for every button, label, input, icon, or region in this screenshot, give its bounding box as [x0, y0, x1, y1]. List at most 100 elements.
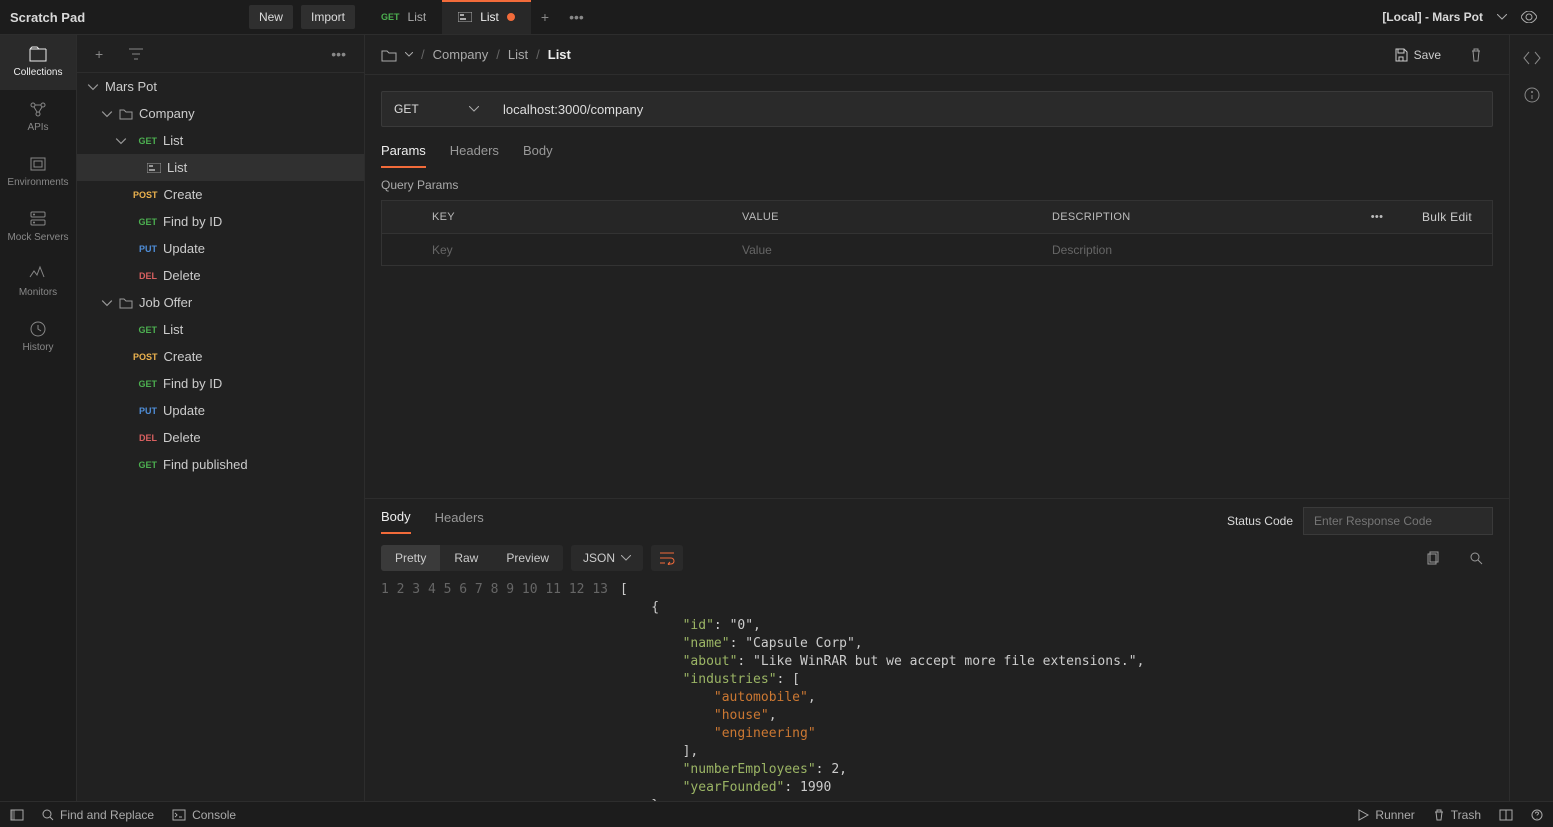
request-row[interactable]: GETFind by ID [77, 208, 364, 235]
http-method-badge: GET [381, 12, 400, 22]
response-panel: Body Headers Status Code Pretty Raw Prev… [365, 498, 1509, 801]
crumb-company[interactable]: Company [433, 47, 489, 62]
chevron-down-icon[interactable] [1497, 14, 1507, 20]
wrap-lines-button[interactable] [651, 545, 683, 571]
query-params-label: Query Params [365, 168, 1509, 200]
new-button[interactable]: New [249, 5, 293, 29]
request-row[interactable]: DELDelete [77, 262, 364, 289]
request-name: Find by ID [163, 376, 222, 391]
request-name: Create [164, 187, 203, 202]
status-code-label: Status Code [1227, 514, 1293, 528]
request-name: Find by ID [163, 214, 222, 229]
example-row[interactable]: List [77, 154, 364, 181]
rail-label: Collections [0, 67, 76, 78]
request-row[interactable]: PUTUpdate [77, 397, 364, 424]
status-code-section: Status Code [1227, 507, 1493, 535]
http-method-badge: GET [133, 460, 157, 470]
request-tabs: Params Headers Body [365, 143, 1509, 168]
columns-menu-button[interactable]: ••• [1371, 211, 1383, 223]
response-headers-tab[interactable]: Headers [435, 510, 484, 533]
response-body-tab[interactable]: Body [381, 509, 411, 534]
response-body[interactable]: 1 2 3 4 5 6 7 8 9 10 11 12 13 [ { "id": … [365, 581, 1509, 801]
request-row[interactable]: POSTCreate [77, 343, 364, 370]
raw-mode-button[interactable]: Raw [440, 545, 492, 571]
http-method-badge: DEL [133, 433, 157, 443]
search-response-button[interactable] [1459, 551, 1493, 565]
collections-tree: Mars PotCompanyGETListListPOSTCreateGETF… [77, 73, 364, 801]
http-method-badge: GET [133, 136, 157, 146]
rail-label: Environments [0, 177, 76, 188]
runner-button[interactable]: Runner [1357, 808, 1414, 822]
hide-sidebar-button[interactable] [10, 809, 24, 821]
request-name: List [163, 133, 183, 148]
rail-collections[interactable]: Collections [0, 35, 76, 90]
rail-history[interactable]: History [0, 310, 76, 365]
http-method-badge: POST [133, 190, 158, 200]
request-row[interactable]: GET Find published [77, 451, 364, 478]
collection-row[interactable]: Mars Pot [77, 73, 364, 100]
workspace-title: Scratch Pad [10, 10, 241, 25]
http-method-badge: POST [133, 352, 158, 362]
param-value-input[interactable] [732, 234, 1042, 265]
rail-apis[interactable]: APIs [0, 90, 76, 145]
environment-selector[interactable]: [Local] - Mars Pot [1382, 10, 1483, 24]
params-tab[interactable]: Params [381, 143, 426, 168]
request-row[interactable]: GETList [77, 316, 364, 343]
rail-monitors[interactable]: Monitors [0, 255, 76, 310]
right-rail [1509, 35, 1553, 801]
crumb-current: List [548, 47, 571, 62]
method-label: GET [394, 102, 419, 116]
chevron-down-icon[interactable] [405, 52, 413, 57]
rail-label: Monitors [0, 287, 76, 298]
folder-row[interactable]: Job Offer [77, 289, 364, 316]
add-collection-button[interactable]: + [85, 46, 113, 62]
console-button[interactable]: Console [172, 808, 236, 822]
param-row [382, 233, 1492, 265]
param-key-input[interactable] [422, 234, 732, 265]
rail-mock-servers[interactable]: Mock Servers [0, 200, 76, 255]
request-name: Find published [163, 457, 248, 472]
preview-mode-button[interactable]: Preview [492, 545, 563, 571]
headers-tab[interactable]: Headers [450, 143, 499, 168]
tab-overflow-button[interactable]: ••• [559, 9, 594, 25]
folder-row[interactable]: Company [77, 100, 364, 127]
request-row[interactable]: DELDelete [77, 424, 364, 451]
find-replace-button[interactable]: Find and Replace [42, 808, 154, 822]
help-button[interactable] [1531, 809, 1543, 821]
filter-button[interactable] [119, 48, 153, 60]
bulk-edit-button[interactable]: Bulk Edit [1402, 210, 1492, 224]
import-button[interactable]: Import [301, 5, 355, 29]
two-pane-button[interactable] [1499, 809, 1513, 821]
tab-label: List [408, 10, 427, 24]
trash-button[interactable]: Trash [1433, 808, 1481, 822]
copy-response-button[interactable] [1417, 551, 1451, 565]
code-icon[interactable] [1523, 51, 1541, 65]
view-mode-segment: Pretty Raw Preview [381, 545, 563, 571]
request-name: Update [163, 403, 205, 418]
collections-menu-button[interactable]: ••• [321, 46, 356, 62]
rail-environments[interactable]: Environments [0, 145, 76, 200]
crumb-list[interactable]: List [508, 47, 528, 62]
request-row[interactable]: GETFind by ID [77, 370, 364, 397]
request-row[interactable]: POST Create [77, 181, 364, 208]
save-button[interactable]: Save [1386, 44, 1449, 66]
url-input[interactable] [491, 91, 1493, 127]
open-tabs: GET List List + ••• [365, 0, 1303, 34]
method-select[interactable]: GET [381, 91, 491, 127]
format-select[interactable]: JSON [571, 545, 643, 571]
tab-example-list[interactable]: List [442, 0, 531, 34]
new-tab-button[interactable]: + [531, 9, 559, 25]
example-icon [458, 12, 472, 22]
delete-example-button[interactable] [1459, 48, 1493, 62]
info-icon[interactable] [1524, 87, 1540, 103]
body-tab[interactable]: Body [523, 143, 553, 168]
unsaved-dot-icon [507, 13, 515, 21]
format-label: JSON [583, 551, 615, 565]
tab-request-list[interactable]: GET List [365, 0, 442, 34]
status-code-input[interactable] [1303, 507, 1493, 535]
pretty-mode-button[interactable]: Pretty [381, 545, 440, 571]
param-desc-input[interactable] [1042, 234, 1352, 265]
request-row[interactable]: PUTUpdate [77, 235, 364, 262]
eye-icon[interactable] [1521, 11, 1537, 23]
request-row[interactable]: GET List [77, 127, 364, 154]
